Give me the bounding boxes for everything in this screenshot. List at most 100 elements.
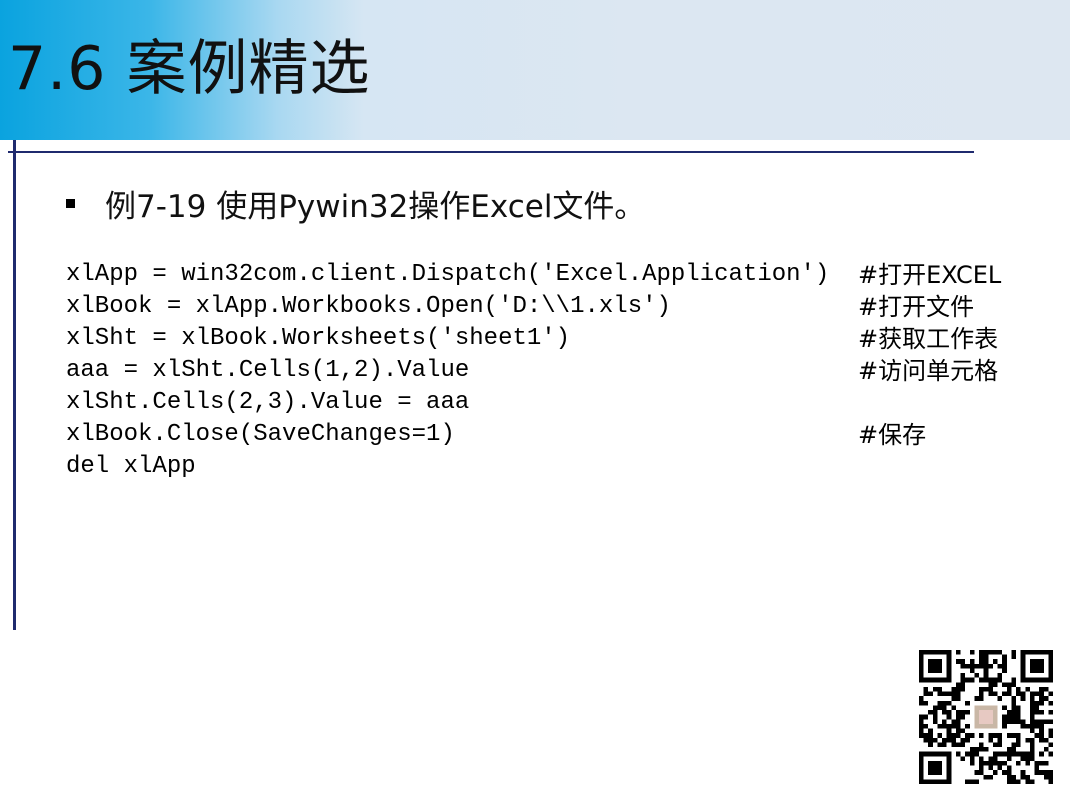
qr-module bbox=[951, 733, 956, 738]
qr-module bbox=[1029, 700, 1035, 706]
qr-module bbox=[979, 747, 984, 752]
qr-module bbox=[1002, 663, 1007, 669]
code-comment: #访问单元格 bbox=[858, 357, 999, 385]
qr-module bbox=[1025, 779, 1030, 784]
qr-module bbox=[979, 765, 984, 771]
qr-module bbox=[969, 733, 975, 738]
qr-module bbox=[1002, 751, 1007, 757]
qr-module bbox=[983, 677, 989, 683]
qr-module bbox=[1034, 705, 1040, 711]
qr-module bbox=[960, 728, 966, 734]
qr-module bbox=[965, 723, 970, 729]
qr-module bbox=[1006, 682, 1012, 687]
qr-module bbox=[937, 733, 943, 738]
qr-module bbox=[1029, 756, 1035, 761]
qr-module bbox=[1020, 770, 1026, 775]
qr-module bbox=[1034, 700, 1040, 706]
qr-module bbox=[1011, 733, 1017, 738]
qr-module bbox=[937, 742, 943, 748]
qr-module bbox=[1043, 737, 1049, 743]
qr-module bbox=[937, 686, 943, 692]
qr-module bbox=[988, 737, 993, 743]
qr-module bbox=[965, 710, 970, 715]
qr-module bbox=[1016, 691, 1021, 697]
qr-module bbox=[923, 691, 929, 697]
qr-module bbox=[942, 742, 947, 748]
qr-module bbox=[919, 728, 924, 734]
qr-module bbox=[983, 663, 989, 669]
qr-module bbox=[1006, 751, 1012, 757]
qr-module bbox=[1011, 654, 1017, 660]
qr-module bbox=[997, 663, 1003, 669]
code-line: xlSht = xlBook.Worksheets('sheet1') #获取工… bbox=[66, 323, 1026, 355]
qr-module bbox=[946, 700, 952, 706]
qr-module bbox=[1048, 779, 1053, 784]
qr-code-icon bbox=[919, 650, 1053, 784]
qr-module bbox=[997, 742, 1003, 748]
qr-module bbox=[1034, 710, 1040, 715]
slide: 7.6 案例精选 例7-19 使用Pywin32操作Excel文件。 xlApp… bbox=[0, 0, 1070, 798]
qr-module bbox=[955, 751, 961, 757]
code-text: xlSht.Cells(2,3).Value = aaa bbox=[66, 389, 470, 416]
qr-module bbox=[1029, 779, 1035, 784]
qr-module bbox=[997, 673, 1003, 678]
qr-module bbox=[979, 654, 984, 660]
qr-module bbox=[923, 723, 929, 729]
qr-module bbox=[1011, 719, 1017, 724]
qr-module bbox=[960, 673, 966, 678]
qr-module bbox=[923, 700, 929, 706]
qr-module bbox=[1016, 733, 1021, 738]
qr-module bbox=[988, 650, 993, 655]
qr-module bbox=[955, 696, 961, 701]
qr-module bbox=[979, 770, 984, 775]
qr-module bbox=[992, 742, 998, 748]
qr-module bbox=[955, 691, 961, 697]
qr-module bbox=[1043, 747, 1049, 752]
qr-module bbox=[960, 710, 966, 715]
qr-module bbox=[1039, 737, 1044, 743]
qr-module bbox=[1029, 691, 1035, 697]
qr-module bbox=[919, 733, 924, 738]
qr-module bbox=[1039, 686, 1044, 692]
code-line: del xlApp bbox=[66, 451, 1026, 483]
qr-module bbox=[942, 710, 947, 715]
qr-module bbox=[992, 770, 998, 775]
qr-module bbox=[951, 737, 956, 743]
qr-module bbox=[969, 751, 975, 757]
qr-module bbox=[988, 765, 993, 771]
qr-module bbox=[942, 719, 947, 724]
qr-module bbox=[988, 677, 993, 683]
qr-module bbox=[974, 747, 980, 752]
qr-module bbox=[960, 663, 966, 669]
qr-module bbox=[1011, 710, 1017, 715]
qr-module bbox=[1048, 691, 1053, 697]
qr-module bbox=[951, 723, 956, 729]
qr-module bbox=[1039, 719, 1044, 724]
code-block: xlApp = win32com.client.Dispatch('Excel.… bbox=[66, 259, 1026, 483]
qr-module bbox=[983, 650, 989, 655]
qr-module bbox=[1039, 710, 1044, 715]
qr-module bbox=[997, 696, 1003, 701]
qr-finder-bottom-left bbox=[919, 751, 952, 784]
qr-module bbox=[988, 756, 993, 761]
qr-module bbox=[965, 700, 970, 706]
qr-module bbox=[955, 723, 961, 729]
qr-module bbox=[1034, 770, 1040, 775]
code-line: xlSht.Cells(2,3).Value = aaa bbox=[66, 387, 1026, 419]
qr-module bbox=[969, 747, 975, 752]
qr-module bbox=[960, 714, 966, 720]
qr-module bbox=[1043, 686, 1049, 692]
qr-module bbox=[1016, 751, 1021, 757]
qr-module bbox=[923, 714, 929, 720]
code-text: aaa = xlSht.Cells(1,2).Value bbox=[66, 357, 470, 384]
qr-module bbox=[951, 705, 956, 711]
qr-module bbox=[919, 723, 924, 729]
qr-module bbox=[1025, 774, 1030, 780]
qr-module bbox=[974, 696, 980, 701]
qr-module bbox=[1039, 723, 1044, 729]
qr-module bbox=[1029, 719, 1035, 724]
qr-module bbox=[1011, 751, 1017, 757]
qr-module bbox=[979, 760, 984, 766]
qr-module bbox=[1002, 719, 1007, 724]
qr-module bbox=[960, 756, 966, 761]
